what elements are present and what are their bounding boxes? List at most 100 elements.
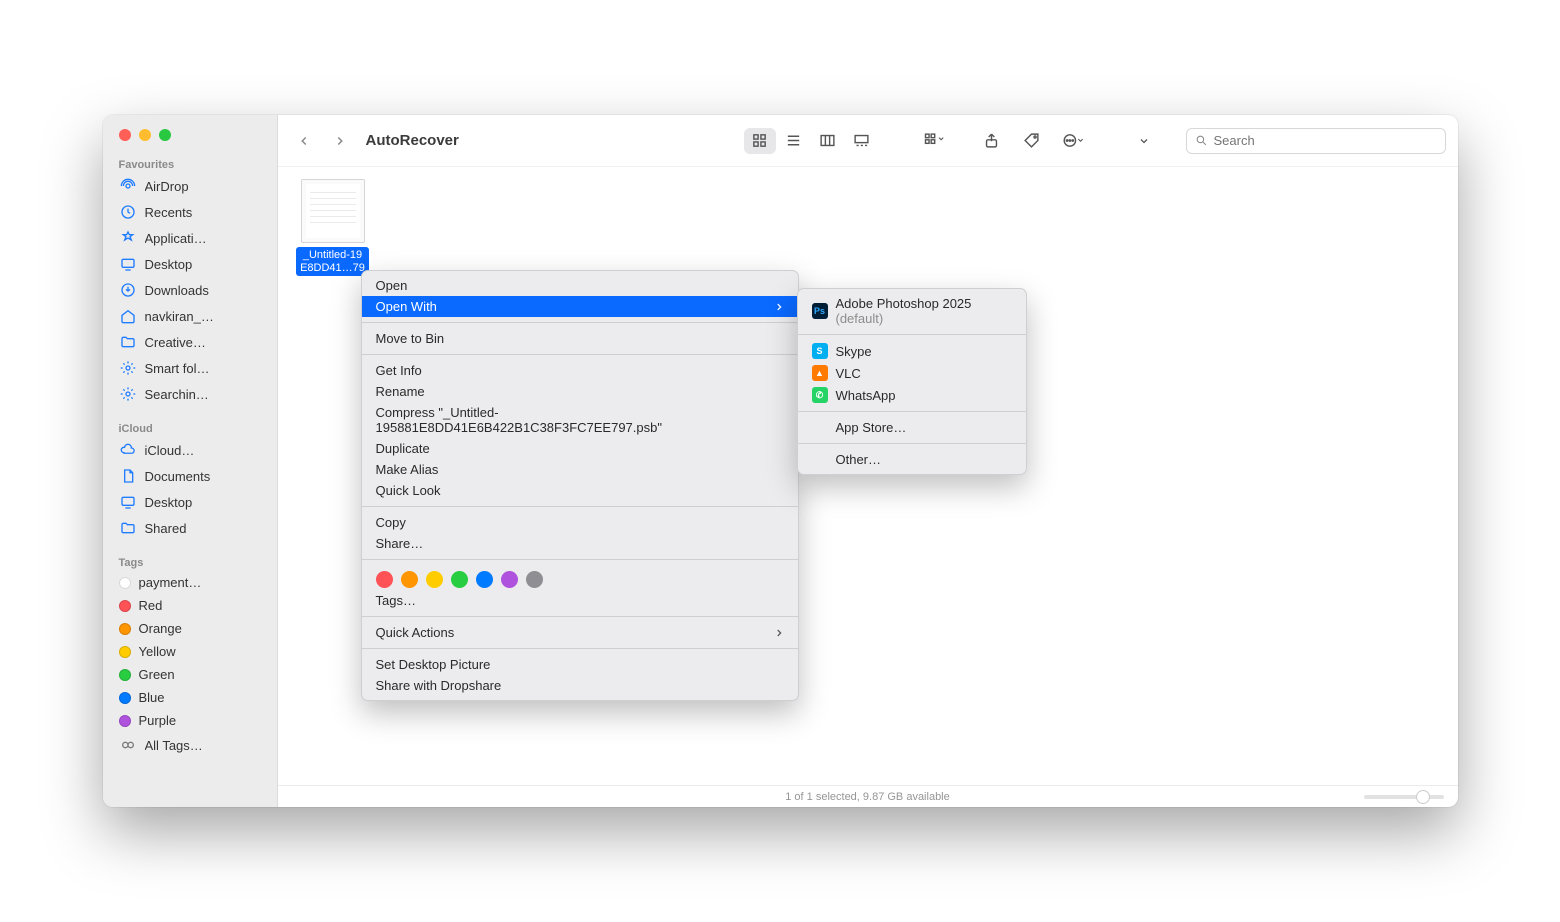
ctx-quick-look[interactable]: Quick Look bbox=[362, 480, 798, 501]
sidebar-tag-green[interactable]: Green bbox=[103, 663, 277, 686]
file-item[interactable]: _Untitled-19 E8DD41…79 bbox=[296, 179, 370, 276]
submenu-app-store[interactable]: App Store… bbox=[798, 417, 1026, 438]
submenu-separator bbox=[798, 334, 1026, 335]
ctx-separator bbox=[362, 648, 798, 649]
ctx-tag-yellow[interactable] bbox=[426, 571, 443, 588]
extra-menu-button[interactable] bbox=[1128, 128, 1160, 154]
sidebar-tag-red[interactable]: Red bbox=[103, 594, 277, 617]
view-icons-button[interactable] bbox=[744, 128, 776, 154]
sidebar-item-label: Red bbox=[139, 598, 163, 613]
alltags-icon bbox=[119, 736, 137, 754]
sidebar-item-icloud-desktop[interactable]: Desktop bbox=[103, 489, 277, 515]
minimize-window-button[interactable] bbox=[139, 129, 151, 141]
ctx-duplicate[interactable]: Duplicate bbox=[362, 438, 798, 459]
desktop-icon bbox=[119, 255, 137, 273]
tags-button[interactable] bbox=[1016, 128, 1048, 154]
zoom-knob[interactable] bbox=[1416, 790, 1430, 804]
submenu-separator bbox=[798, 411, 1026, 412]
ctx-make-alias[interactable]: Make Alias bbox=[362, 459, 798, 480]
ctx-tag-green[interactable] bbox=[451, 571, 468, 588]
view-columns-button[interactable] bbox=[812, 128, 844, 154]
sidebar-item-label: iCloud… bbox=[145, 443, 195, 458]
file-thumbnail bbox=[301, 179, 365, 243]
sidebar: Favourites AirDrop Recents Applicati… De… bbox=[103, 115, 278, 807]
sidebar-item-smartfolder[interactable]: Smart fol… bbox=[103, 355, 277, 381]
sidebar-item-airdrop[interactable]: AirDrop bbox=[103, 173, 277, 199]
sidebar-item-recents[interactable]: Recents bbox=[103, 199, 277, 225]
ctx-tag-purple[interactable] bbox=[501, 571, 518, 588]
doc-icon bbox=[119, 467, 137, 485]
sidebar-item-creative[interactable]: Creative… bbox=[103, 329, 277, 355]
sidebar-tag-orange[interactable]: Orange bbox=[103, 617, 277, 640]
sidebar-item-alltags[interactable]: All Tags… bbox=[103, 732, 277, 758]
ctx-get-info[interactable]: Get Info bbox=[362, 360, 798, 381]
submenu-app-skype[interactable]: S Skype bbox=[798, 340, 1026, 362]
submenu-app-label: VLC bbox=[836, 366, 861, 381]
ctx-open-with[interactable]: Open With bbox=[362, 296, 798, 317]
sidebar-item-applications[interactable]: Applicati… bbox=[103, 225, 277, 251]
sidebar-item-desktop[interactable]: Desktop bbox=[103, 251, 277, 277]
sidebar-item-label: Searchin… bbox=[145, 387, 209, 402]
file-name-line2: E8DD41…79 bbox=[300, 262, 365, 274]
sidebar-item-searching[interactable]: Searchin… bbox=[103, 381, 277, 407]
ctx-tags[interactable]: Tags… bbox=[362, 590, 798, 611]
folder-icon bbox=[119, 333, 137, 351]
sidebar-item-shared[interactable]: Shared bbox=[103, 515, 277, 541]
sidebar-group-tags: Tags bbox=[103, 553, 277, 571]
gear-icon bbox=[119, 385, 137, 403]
traffic-lights bbox=[103, 125, 277, 155]
desktop-icon bbox=[119, 493, 137, 511]
ctx-tag-orange[interactable] bbox=[401, 571, 418, 588]
submenu-app-whatsapp[interactable]: ✆ WhatsApp bbox=[798, 384, 1026, 406]
search-icon bbox=[1195, 134, 1208, 147]
ctx-tag-blue[interactable] bbox=[476, 571, 493, 588]
ctx-rename[interactable]: Rename bbox=[362, 381, 798, 402]
sidebar-item-label: Creative… bbox=[145, 335, 206, 350]
sidebar-tag-purple[interactable]: Purple bbox=[103, 709, 277, 732]
tag-dot-red bbox=[119, 600, 131, 612]
fullscreen-window-button[interactable] bbox=[159, 129, 171, 141]
ctx-tag-red[interactable] bbox=[376, 571, 393, 588]
zoom-slider[interactable] bbox=[1364, 795, 1444, 799]
tag-dot-purple bbox=[119, 715, 131, 727]
close-window-button[interactable] bbox=[119, 129, 131, 141]
vlc-icon: ▲ bbox=[812, 365, 828, 381]
search-input[interactable] bbox=[1214, 133, 1437, 148]
sidebar-item-documents[interactable]: Documents bbox=[103, 463, 277, 489]
file-name-line1: _Untitled-19 bbox=[303, 249, 362, 261]
sidebar-item-home[interactable]: navkiran_… bbox=[103, 303, 277, 329]
submenu-app-vlc[interactable]: ▲ VLC bbox=[798, 362, 1026, 384]
sidebar-tag-blue[interactable]: Blue bbox=[103, 686, 277, 709]
ctx-quick-actions[interactable]: Quick Actions bbox=[362, 622, 798, 643]
sidebar-item-label: All Tags… bbox=[145, 738, 203, 753]
open-with-submenu: Ps Adobe Photoshop 2025 (default) S Skyp… bbox=[797, 288, 1027, 475]
sidebar-tag-payment[interactable]: payment… bbox=[103, 571, 277, 594]
sidebar-group-icloud: iCloud bbox=[103, 419, 277, 437]
share-button[interactable] bbox=[976, 128, 1008, 154]
cloud-icon bbox=[119, 441, 137, 459]
submenu-app-label: Adobe Photoshop 2025 (default) bbox=[836, 296, 1012, 326]
forward-button[interactable] bbox=[326, 127, 354, 155]
ctx-move-to-bin[interactable]: Move to Bin bbox=[362, 328, 798, 349]
ctx-copy[interactable]: Copy bbox=[362, 512, 798, 533]
ctx-set-desktop-picture[interactable]: Set Desktop Picture bbox=[362, 654, 798, 675]
view-gallery-button[interactable] bbox=[846, 128, 878, 154]
sidebar-tag-yellow[interactable]: Yellow bbox=[103, 640, 277, 663]
submenu-other[interactable]: Other… bbox=[798, 449, 1026, 470]
view-list-button[interactable] bbox=[778, 128, 810, 154]
ctx-share-dropshare[interactable]: Share with Dropshare bbox=[362, 675, 798, 696]
ctx-open[interactable]: Open bbox=[362, 275, 798, 296]
search-field[interactable] bbox=[1186, 128, 1446, 154]
submenu-default-app[interactable]: Ps Adobe Photoshop 2025 (default) bbox=[798, 293, 1026, 329]
sidebar-item-label: Documents bbox=[145, 469, 211, 484]
sidebar-item-label: Orange bbox=[139, 621, 182, 636]
sidebar-item-iclouddrive[interactable]: iCloud… bbox=[103, 437, 277, 463]
ctx-share[interactable]: Share… bbox=[362, 533, 798, 554]
sidebar-item-downloads[interactable]: Downloads bbox=[103, 277, 277, 303]
ctx-compress[interactable]: Compress "_Untitled-195881E8DD41E6B422B1… bbox=[362, 402, 798, 438]
ctx-tag-grey[interactable] bbox=[526, 571, 543, 588]
back-button[interactable] bbox=[290, 127, 318, 155]
group-by-button[interactable] bbox=[918, 128, 950, 154]
submenu-app-label: App Store… bbox=[836, 420, 907, 435]
action-menu-button[interactable] bbox=[1056, 128, 1088, 154]
